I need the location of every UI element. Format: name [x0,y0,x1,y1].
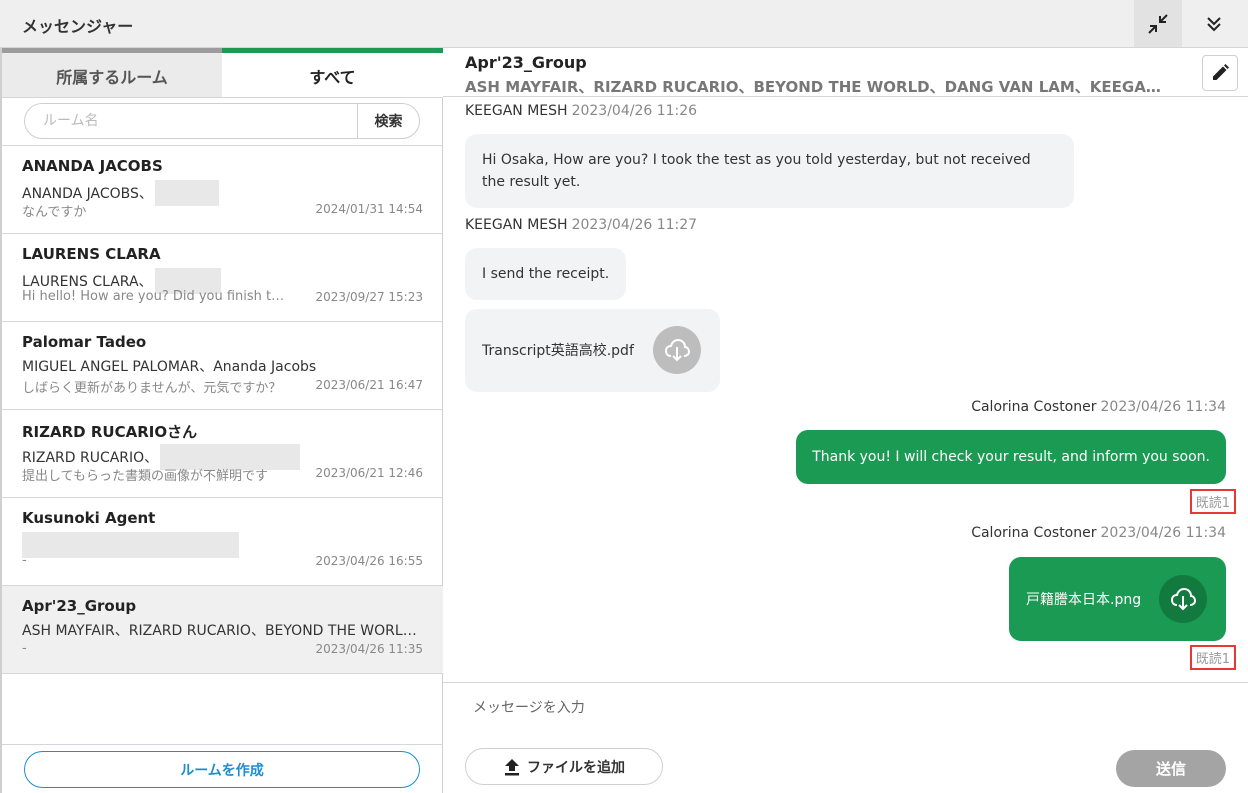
room-timestamp: 2023/06/21 16:47 [315,378,423,392]
room-members: ASH MAYFAIR、RIZARD RUCARIO、BEYOND THE WO… [22,620,422,640]
message-time: 2023/04/26 11:27 [571,217,698,233]
room-timestamp: 2023/09/27 15:23 [315,290,423,304]
app-title: メッセンジャー [22,17,134,36]
sender-name: Calorina Costoner [971,525,1097,541]
room-members-text: ASH MAYFAIR、RIZARD RUCARIO、BEYOND THE WO… [22,623,422,639]
divider [443,96,1248,97]
search-button[interactable]: 検索 [357,104,419,138]
read-receipt: 既読1 [1189,489,1236,514]
search-input[interactable] [25,104,357,138]
file-attachment: Transcript英語高校.pdf [465,309,720,392]
cloud-download-icon [1170,587,1197,611]
message-time: 2023/04/26 11:34 [1100,525,1227,541]
minimize-button[interactable] [1134,0,1182,47]
download-button[interactable] [653,326,701,374]
room-name: Apr'23_Group [22,597,137,615]
message-meta: Calorina Costoner 2023/04/26 11:34 [971,525,1226,541]
pencil-icon [1213,64,1229,80]
room-members-text: ANANDA JACOBS、 [22,186,153,202]
edit-room-button[interactable] [1202,55,1238,91]
room-members-text: MIGUEL ANGEL PALOMAR、Ananda Jacobs [22,359,317,375]
room-list-panel: 所属するルーム すべて 検索 ANANDA JACOBS ANANDA JACO… [0,48,443,793]
message-bubble-own: Thank you! I will check your result, and… [796,430,1226,484]
title-bar: メッセンジャー [0,0,1248,48]
room-item[interactable]: Kusunoki Agent - 2023/04/26 16:55 [2,498,443,586]
download-button[interactable] [1159,575,1207,623]
add-file-button[interactable]: ファイルを追加 [465,748,663,785]
room-item[interactable]: LAURENS CLARA LAURENS CLARA、 Hi hello! H… [2,234,443,322]
divider [2,744,443,745]
double-chevron-down-icon [1207,16,1221,31]
room-name: Palomar Tadeo [22,333,147,351]
file-name: 戸籍謄本日本.png [1026,592,1142,608]
file-name: Transcript英語高校.pdf [482,343,634,359]
room-timestamp: 2023/06/21 12:46 [315,466,423,480]
room-last-message: Hi hello! How are you? Did you finish th… [22,289,292,304]
room-members: MIGUEL ANGEL PALOMAR、Ananda Jacobs [22,356,422,376]
room-item[interactable]: Palomar Tadeo MIGUEL ANGEL PALOMAR、Anand… [2,322,443,410]
room-last-message: - [22,553,27,568]
room-tabs: 所属するルーム すべて [2,48,443,98]
room-timestamp: 2023/04/26 11:35 [315,642,423,656]
room-last-message: しばらく更新がありませんが、元気ですか？ [22,381,282,396]
collapse-button[interactable] [1190,0,1238,47]
room-name: Kusunoki Agent [22,509,156,527]
room-search: 検索 [24,103,420,139]
message-bubble: I send the receipt. [465,248,627,300]
message-meta: KEEGAN MESH 2023/04/26 11:26 [465,103,697,119]
room-last-message: 提出してもらった書類の画像が不鮮明です [22,469,268,484]
room-name: RIZARD RUCARIOさん [22,423,198,441]
room-name: LAURENS CLARA [22,245,161,263]
chat-title: Apr'23_Group [465,53,587,72]
upload-icon [505,758,519,775]
message-input[interactable] [465,688,1225,728]
message-time: 2023/04/26 11:34 [1100,399,1227,415]
sender-name: Calorina Costoner [971,399,1097,415]
cloud-download-icon [664,338,691,362]
sender-name: KEEGAN MESH [465,103,568,119]
divider [443,682,1248,683]
send-button[interactable]: 送信 [1116,750,1226,787]
room-members-text: LAURENS CLARA、 [22,274,153,290]
divider [2,97,443,98]
messenger-window: メッセンジャー 所属するルーム すべて 検索 ANANDA JACOBS [0,0,1248,793]
sender-name: KEEGAN MESH [465,217,568,233]
message-meta: KEEGAN MESH 2023/04/26 11:27 [465,217,697,233]
room-last-message: なんですか [22,205,87,220]
tab-all[interactable]: すべて [222,48,443,98]
message-bubble: Hi Osaka, How are you? I took the test a… [465,134,1074,208]
file-attachment-own: 戸籍謄本日本.png [1009,557,1226,641]
create-room-button[interactable]: ルームを作成 [24,751,420,788]
room-last-message: - [22,641,27,656]
room-item-selected[interactable]: Apr'23_Group ASH MAYFAIR、RIZARD RUCARIO、… [2,586,443,674]
room-members-text: RIZARD RUCARIO、 [22,450,159,466]
chat-panel: Apr'23_Group ASH MAYFAIR、RIZARD RUCARIO、… [443,48,1248,793]
room-name: ANANDA JACOBS [22,157,163,175]
room-timestamp: 2023/04/26 16:55 [315,554,423,568]
tab-my-rooms[interactable]: 所属するルーム [2,48,222,98]
message-time: 2023/04/26 11:26 [571,103,698,119]
room-item[interactable]: ANANDA JACOBS ANANDA JACOBS、 なんですか 2024/… [2,146,443,234]
chat-members: ASH MAYFAIR、RIZARD RUCARIO、BEYOND THE WO… [465,78,1170,96]
collapse-arrows-icon [1148,13,1168,34]
add-file-label: ファイルを追加 [527,759,625,776]
room-timestamp: 2024/01/31 14:54 [315,202,423,216]
read-receipt: 既読1 [1189,645,1236,670]
message-meta: Calorina Costoner 2023/04/26 11:34 [971,399,1226,415]
room-item[interactable]: RIZARD RUCARIOさん RIZARD RUCARIO、 提出してもらっ… [2,410,443,498]
